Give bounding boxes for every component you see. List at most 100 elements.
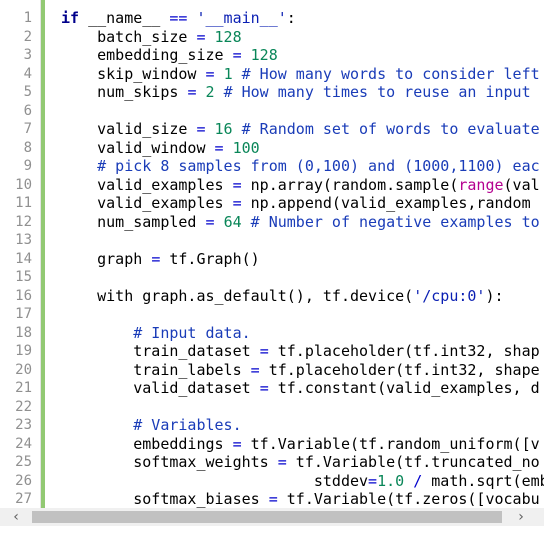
line-number: 11: [15, 195, 32, 211]
code-editor[interactable]: 1 if __name__ == '__main__': 2 batch_size …: [0, 0, 544, 508]
code-line[interactable]: 6: [0, 102, 544, 121]
code-line[interactable]: 7 valid_size = 16 # Random set of words …: [0, 120, 544, 139]
code-token: num_skips: [61, 83, 188, 101]
code-text: num_sampled = 64 # Number of negative ex…: [61, 213, 540, 232]
code-line[interactable]: 26 stddev=1.0 / math.sqrt(embed: [0, 472, 544, 491]
code-token: 128: [214, 27, 242, 46]
code-line[interactable]: 8 valid_window = 100: [0, 139, 544, 158]
line-number: 21: [15, 380, 32, 396]
code-line[interactable]: 17: [0, 305, 544, 324]
line-number: 1: [23, 10, 32, 26]
code-text: valid_examples = np.array(random.sample(…: [61, 176, 540, 195]
code-token: 16: [214, 120, 233, 138]
code-token: train_dataset: [61, 342, 260, 360]
line-number: 7: [23, 121, 32, 137]
code-line[interactable]: 24 embeddings = tf.Variable(tf.random_un…: [0, 435, 544, 454]
code-token: =: [259, 379, 269, 397]
code-token: 2: [205, 83, 215, 101]
line-number: 2: [23, 28, 32, 45]
code-token: =: [151, 249, 161, 268]
code-token: with graph.as_default(), tf.device(: [61, 286, 414, 305]
code-text: valid_examples = np.append(valid_example…: [61, 194, 531, 213]
code-line[interactable]: 22: [0, 398, 544, 417]
code-line[interactable]: 2 batch_size = 128: [0, 28, 544, 47]
code-token: (val: [503, 175, 540, 194]
code-line[interactable]: 21 valid_dataset = tf.constant(valid_exa…: [0, 379, 544, 398]
code-token: tf.Variable(tf.truncated_no: [286, 453, 540, 471]
code-line[interactable]: 18 # Input data.: [0, 324, 544, 343]
code-line[interactable]: 1 if __name__ == '__main__':: [0, 9, 544, 28]
line-number: 5: [23, 84, 32, 100]
line-number: 4: [23, 65, 32, 82]
code-token: tf.Graph(): [160, 249, 260, 268]
code-text: valid_window = 100: [61, 139, 260, 158]
code-token: /: [413, 471, 423, 490]
code-token: =: [214, 138, 224, 157]
horizontal-scrollbar[interactable]: ‹ ›: [0, 508, 544, 526]
line-number: 23: [15, 417, 32, 433]
scroll-thumb[interactable]: [32, 511, 502, 523]
scroll-left-icon[interactable]: ‹: [6, 508, 26, 526]
code-text: embedding_size = 128: [61, 46, 278, 65]
code-token: tf.placeholder(tf.int32, shap: [268, 342, 540, 360]
code-token: =: [196, 120, 206, 138]
line-number: 9: [23, 158, 32, 174]
code-text: # pick 8 samples from (0,100) and (1000,…: [61, 157, 540, 176]
code-line[interactable]: 4 skip_window = 1 # How many words to co…: [0, 65, 544, 84]
code-token: 64: [223, 212, 242, 231]
code-token: tf.placeholder(tf.int32, shape: [259, 360, 540, 379]
code-token: :: [286, 9, 296, 27]
code-text: batch_size = 128: [61, 28, 242, 47]
code-token: if: [61, 9, 80, 27]
code-token: np.append(valid_examples,random: [241, 194, 531, 212]
code-line[interactable]: 10 valid_examples = np.array(random.samp…: [0, 176, 544, 195]
code-token: 128: [250, 46, 278, 64]
code-line[interactable]: 19 train_dataset = tf.placeholder(tf.int…: [0, 342, 544, 361]
scroll-right-icon[interactable]: ›: [511, 508, 531, 526]
code-line[interactable]: 16 with graph.as_default(), tf.device('/…: [0, 287, 544, 306]
code-line[interactable]: 11 valid_examples = np.append(valid_exam…: [0, 194, 544, 213]
code-token: valid_window: [61, 138, 215, 157]
code-token: # pick 8 samples from (0,100) and (1000,…: [97, 157, 540, 175]
line-number: 26: [15, 472, 32, 489]
code-line[interactable]: 9 # pick 8 samples from (0,100) and (100…: [0, 157, 544, 176]
code-token: # Random set of words to evaluate: [241, 120, 540, 138]
code-line[interactable]: 15: [0, 268, 544, 287]
code-text: valid_dataset = tf.constant(valid_exampl…: [61, 379, 539, 398]
code-line[interactable]: 25 softmax_weights = tf.Variable(tf.trun…: [0, 453, 544, 472]
code-token: =: [277, 453, 287, 471]
code-token: train_labels: [61, 360, 251, 379]
code-token: =: [268, 490, 278, 508]
code-token: embedding_size: [61, 46, 233, 64]
code-token: valid_size: [61, 120, 197, 138]
code-token: =: [232, 194, 242, 212]
line-number: 22: [15, 398, 32, 415]
code-line[interactable]: 5 num_skips = 2 # How many times to reus…: [0, 83, 544, 102]
code-line[interactable]: 3 embedding_size = 128: [0, 46, 544, 65]
code-token: softmax_weights: [61, 453, 278, 471]
line-number: 10: [15, 176, 32, 193]
line-number: 14: [15, 250, 32, 267]
code-line[interactable]: 12 num_sampled = 64 # Number of negative…: [0, 213, 544, 232]
code-text: stddev=1.0 / math.sqrt(embed: [61, 472, 544, 491]
line-number: 24: [15, 435, 32, 452]
code-line[interactable]: 13: [0, 231, 544, 250]
code-line[interactable]: 27 softmax_biases = tf.Variable(tf.zeros…: [0, 490, 544, 508]
code-token: ):: [485, 286, 504, 305]
line-number: 17: [15, 306, 32, 322]
code-line[interactable]: 23 # Variables.: [0, 416, 544, 435]
code-line[interactable]: 14 graph = tf.Graph(): [0, 250, 544, 269]
line-number: 27: [15, 491, 32, 507]
code-token: =: [205, 64, 215, 83]
code-line[interactable]: 20 train_labels = tf.placeholder(tf.int3…: [0, 361, 544, 380]
code-token: =: [368, 471, 378, 490]
line-number: 19: [15, 343, 32, 359]
